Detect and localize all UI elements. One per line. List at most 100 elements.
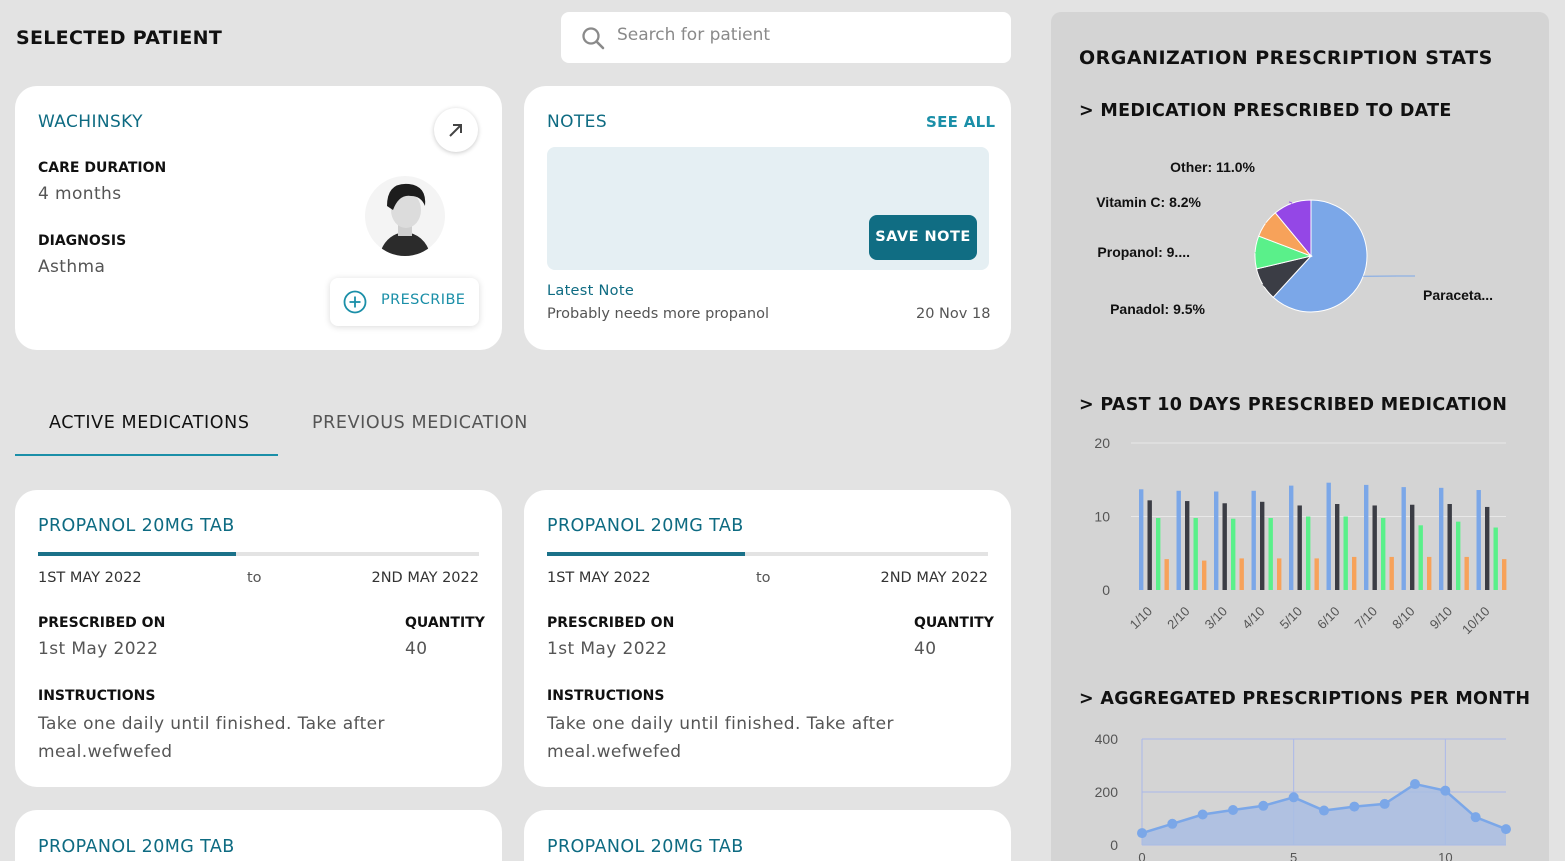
medication-name: PROPANOL 20MG TAB bbox=[547, 516, 744, 536]
care-duration-label: CARE DURATION bbox=[38, 160, 167, 176]
data-point bbox=[1288, 792, 1299, 803]
x-tick-label: 1/10 bbox=[1127, 604, 1156, 633]
x-tick-label: 8/10 bbox=[1389, 604, 1418, 633]
open-patient-button[interactable] bbox=[434, 108, 478, 152]
bar bbox=[1447, 504, 1452, 590]
medication-card[interactable]: PROPANOL 20MG TAB bbox=[524, 810, 1011, 861]
start-date: 1ST MAY 2022 bbox=[38, 570, 142, 586]
instructions-label: INSTRUCTIONS bbox=[547, 688, 665, 704]
bar bbox=[1231, 518, 1236, 590]
quantity-label: QUANTITY bbox=[914, 615, 994, 631]
medication-pie-chart: Paraceta... Panadol: 9.5% Propanol: 9.... V… bbox=[1096, 159, 1493, 317]
monthly-area-chart: 0 200 400 0 5 10 bbox=[1095, 731, 1511, 861]
data-point bbox=[1197, 809, 1208, 820]
tab-previous-medication[interactable]: PREVIOUS MEDICATION bbox=[312, 413, 528, 433]
x-tick-label: 0 bbox=[1138, 850, 1145, 861]
pie-leader-line bbox=[1288, 201, 1293, 204]
medication-name: PROPANOL 20MG TAB bbox=[38, 516, 235, 536]
y-tick-label: 20 bbox=[1094, 435, 1110, 451]
instructions-value: Take one daily until finished. Take afte… bbox=[547, 714, 894, 762]
bar bbox=[1381, 517, 1386, 590]
x-tick-label: 6/10 bbox=[1314, 604, 1343, 633]
tab-active-medications[interactable]: ACTIVE MEDICATIONS bbox=[49, 413, 250, 433]
quantity-label: QUANTITY bbox=[405, 615, 485, 631]
patient-name: WACHINSKY bbox=[38, 112, 143, 132]
bar bbox=[1502, 559, 1507, 590]
bar bbox=[1214, 491, 1219, 590]
medication-progress bbox=[547, 552, 988, 556]
bar bbox=[1372, 505, 1377, 590]
bar bbox=[1439, 487, 1444, 590]
bar bbox=[1418, 525, 1423, 590]
data-point bbox=[1137, 828, 1147, 839]
instructions-label: INSTRUCTIONS bbox=[38, 688, 156, 704]
patient-card: WACHINSKY CARE DURATION 4 months DIAGNOS… bbox=[15, 86, 502, 350]
x-tick-label: 3/10 bbox=[1202, 604, 1231, 633]
avatar bbox=[365, 176, 445, 256]
bar bbox=[1193, 517, 1198, 590]
data-point bbox=[1319, 805, 1329, 816]
bar bbox=[1456, 521, 1461, 590]
bar bbox=[1410, 504, 1415, 590]
bar bbox=[1306, 516, 1311, 590]
past-10-days-bar-chart: 0 10 20 1/10 2/10 3/10 4/10 5/10 6/10 7/10 8/10 9/1… bbox=[1094, 435, 1507, 637]
bar bbox=[1476, 490, 1481, 590]
x-tick-label: 2/10 bbox=[1164, 604, 1193, 633]
quantity-value: 40 bbox=[405, 639, 428, 659]
medication-progress-fill bbox=[547, 552, 746, 556]
bar bbox=[1335, 504, 1340, 590]
search-input[interactable] bbox=[617, 25, 977, 45]
y-tick-label: 0 bbox=[1110, 837, 1118, 853]
bar bbox=[1176, 490, 1181, 590]
bar bbox=[1427, 556, 1432, 590]
bar bbox=[1289, 485, 1294, 590]
search-bar[interactable] bbox=[561, 12, 1011, 63]
latest-note-text: Probably needs more propanol bbox=[547, 306, 769, 322]
bar bbox=[1352, 556, 1357, 590]
bar-chart-title: > PAST 10 DAYS PRESCRIBED MEDICATION bbox=[1079, 395, 1508, 415]
bar bbox=[1222, 503, 1227, 590]
x-tick-label: 7/10 bbox=[1352, 604, 1381, 633]
care-duration-value: 4 months bbox=[38, 184, 122, 204]
bar bbox=[1202, 560, 1207, 590]
medication-card[interactable]: PROPANOL 20MG TAB 1ST MAY 2022 to 2ND MA… bbox=[15, 490, 502, 787]
diagnosis-label: DIAGNOSIS bbox=[38, 233, 127, 249]
pie-slice-label: Vitamin C: 8.2% bbox=[1096, 194, 1201, 210]
data-point bbox=[1379, 798, 1390, 809]
data-point bbox=[1228, 805, 1238, 816]
medication-name: PROPANOL 20MG TAB bbox=[547, 837, 744, 857]
save-note-button[interactable]: SAVE NOTE bbox=[869, 215, 977, 260]
bar bbox=[1314, 558, 1319, 590]
bar bbox=[1260, 501, 1265, 590]
date-separator: to bbox=[756, 570, 771, 586]
bar bbox=[1251, 490, 1256, 590]
prescribed-on-label: PRESCRIBED ON bbox=[547, 615, 675, 631]
arrow-up-right-icon bbox=[449, 124, 462, 137]
prescribed-on-label: PRESCRIBED ON bbox=[38, 615, 166, 631]
x-tick-label: 5 bbox=[1290, 850, 1297, 861]
medication-card[interactable]: PROPANOL 20MG TAB bbox=[15, 810, 502, 861]
bar bbox=[1389, 556, 1394, 590]
bar bbox=[1139, 489, 1144, 590]
area-chart-title: > AGGREGATED PRESCRIPTIONS PER MONTH bbox=[1079, 689, 1531, 709]
medication-card[interactable]: PROPANOL 20MG TAB 1ST MAY 2022 to 2ND MA… bbox=[524, 490, 1011, 787]
latest-note-label: Latest Note bbox=[547, 283, 635, 299]
data-point bbox=[1167, 818, 1178, 829]
bar bbox=[1464, 556, 1469, 590]
y-tick-label: 200 bbox=[1095, 784, 1119, 800]
bar bbox=[1401, 487, 1406, 590]
data-point bbox=[1470, 812, 1481, 823]
prescribed-on-value: 1st May 2022 bbox=[38, 639, 159, 659]
bar bbox=[1485, 506, 1490, 590]
bar bbox=[1277, 558, 1282, 590]
end-date: 2ND MAY 2022 bbox=[371, 570, 479, 586]
medication-progress bbox=[38, 552, 479, 556]
bar bbox=[1493, 527, 1498, 590]
medication-progress-fill bbox=[38, 552, 237, 556]
y-tick-label: 400 bbox=[1095, 731, 1119, 747]
prescribe-button[interactable]: PRESCRIBE bbox=[330, 278, 479, 326]
see-all-link[interactable]: SEE ALL bbox=[926, 113, 995, 131]
pie-slice-label: Propanol: 9.... bbox=[1097, 244, 1190, 260]
data-point bbox=[1501, 824, 1511, 835]
date-separator: to bbox=[247, 570, 262, 586]
